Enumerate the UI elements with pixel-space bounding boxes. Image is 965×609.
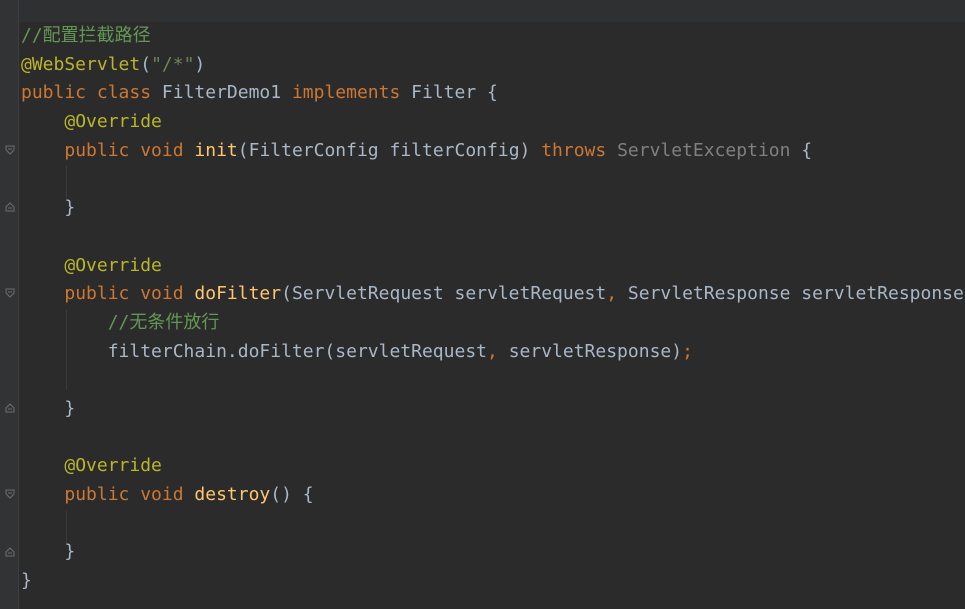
code-line[interactable] [21,223,964,252]
code-line[interactable]: } [21,538,964,567]
code-line[interactable]: @Override [21,452,964,481]
code-line[interactable] [21,510,964,539]
fold-close-icon[interactable] [5,202,15,212]
code-token: //配置拦截路径 [21,25,151,46]
code-line[interactable]: } [21,395,964,424]
code-token: destroy [194,484,271,505]
code-line[interactable]: public void doFilter(ServletRequest serv… [21,280,964,309]
code-token: } [21,197,76,219]
code-token: () { [270,484,314,505]
code-token: } [21,541,76,563]
code-token: filterChain.doFilter(servletRequest [21,340,487,362]
code-line[interactable]: @Override [21,252,964,281]
code-token: @Override [64,455,162,477]
code-line[interactable]: //配置拦截路径 [21,22,964,51]
code-token: (FilterConfig filterConfig) [237,139,542,161]
code-token: ServletException [617,139,791,161]
code-token: implements [291,82,412,104]
code-line[interactable] [21,366,964,395]
code-token: ServletResponse servletResponse [627,283,964,305]
code-token: ) [194,53,206,75]
code-token: FilterDemo1 [161,82,292,104]
code-token: servletResponse) [508,340,683,362]
code-line[interactable]: public void init(FilterConfig filterConf… [21,137,964,166]
code-token: ; [682,340,693,362]
code-token: @WebServlet [21,53,141,75]
code-token: public class [21,82,162,104]
code-token: (ServletRequest servletRequest [281,283,607,305]
code-token: "/*" [151,53,195,75]
code-token: doFilter [194,283,282,305]
code-content[interactable]: //配置拦截路径 @WebServlet("/*") public class Fi… [21,22,964,596]
code-token: @Override [64,254,162,276]
code-line[interactable]: //无条件放行 [21,309,964,338]
code-token: public void [64,139,195,161]
fold-open-icon[interactable] [5,489,15,499]
editor-top-strip [0,0,965,22]
code-token: , [487,340,509,362]
code-token: } [21,570,32,592]
editor-gutter[interactable] [0,22,18,609]
code-token: init [194,139,238,161]
code-line[interactable]: @WebServlet("/*") [21,51,964,80]
code-token: @Override [64,111,162,133]
code-line[interactable]: } [21,194,964,223]
code-line[interactable]: @Override [21,108,964,137]
code-token: public void [64,283,195,305]
code-line[interactable] [21,424,964,453]
code-token: Filter { [411,82,498,104]
fold-open-icon[interactable] [5,288,15,299]
code-token: //无条件放行 [107,311,220,333]
code-line[interactable]: filterChain.doFilter(servletRequest, ser… [21,338,964,367]
code-token: { [790,139,813,161]
code-token: throws [541,139,618,161]
gutter-divider [18,0,19,609]
code-token: } [21,397,76,419]
code-line[interactable]: } [21,567,964,596]
code-token: , [606,283,628,305]
fold-open-icon[interactable] [5,145,15,155]
code-editor[interactable]: //配置拦截路径 @WebServlet("/*") public class Fi… [0,0,965,609]
code-token: ( [140,53,152,75]
fold-close-icon[interactable] [5,546,15,557]
code-token: public void [64,484,195,505]
top-gutter [0,0,18,22]
code-line[interactable]: public void destroy() { [21,481,964,510]
code-line[interactable]: public class FilterDemo1 implements Filt… [21,79,964,108]
code-line[interactable] [21,165,964,194]
fold-close-icon[interactable] [5,403,15,413]
